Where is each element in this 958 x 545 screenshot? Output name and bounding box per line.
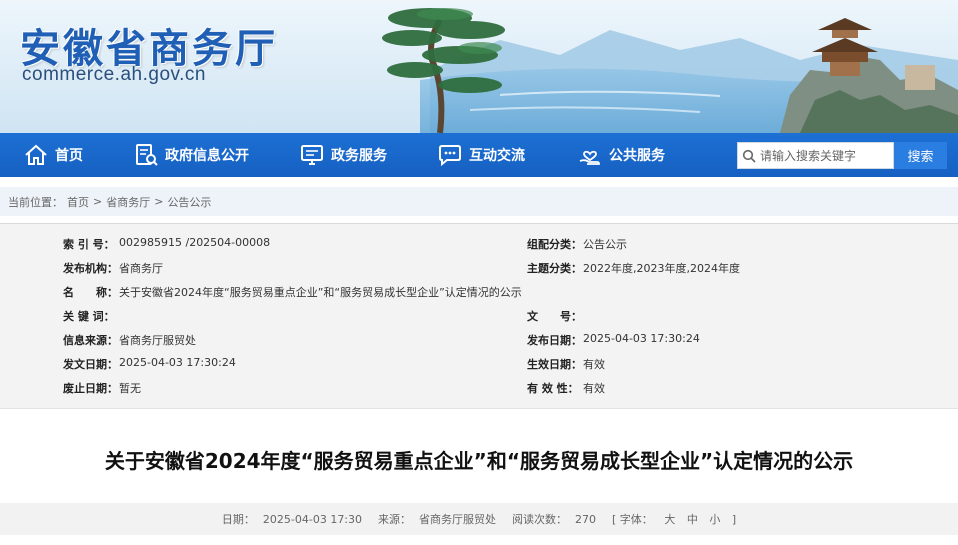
- font-size-label: [ 字体：: [612, 513, 653, 526]
- name-label: 名 称：: [63, 286, 118, 299]
- meta-row: 废止日期： 暂无 有 效 性： 有效: [0, 375, 958, 399]
- publisher-value: 省商务厅: [119, 262, 163, 275]
- category-value: 公告公示: [583, 238, 627, 251]
- font-size-small-button[interactable]: 小: [709, 513, 720, 526]
- nav-item-label: 政务服务: [331, 148, 387, 164]
- nav-item-label: 互动交流: [469, 148, 525, 164]
- topic-value: 2022年度,2023年度,2024年度: [583, 262, 740, 275]
- main-navbar: 首页 政府信息公开 政务服务 互动交流 公共服务 搜索: [0, 133, 958, 177]
- index-value: 002985915 /202504-00008: [119, 236, 271, 249]
- nav-item-home[interactable]: 首页: [23, 133, 83, 177]
- nav-item-label: 政府信息公开: [165, 148, 249, 164]
- article-info-bar: 日期： 2025-04-03 17:30 来源： 省商务厅服贸处 阅读次数： 270 …: [0, 503, 958, 535]
- category-label: 组配分类：: [527, 238, 582, 251]
- views-label: 阅读次数：: [512, 513, 568, 526]
- expiry-value: 暂无: [119, 382, 141, 395]
- article-title: 关于安徽省2024年度“服务贸易重点企业”和“服务贸易成长型企业”认定情况的公示: [104, 449, 854, 473]
- breadcrumb-item-department[interactable]: 省商务厅: [106, 194, 150, 210]
- home-icon: [23, 142, 49, 168]
- effective-label: 生效日期：: [527, 358, 582, 371]
- breadcrumb-item-announcements[interactable]: 公告公示: [167, 194, 211, 210]
- views-value: 270: [575, 513, 597, 526]
- nav-item-interaction[interactable]: 互动交流: [437, 133, 525, 177]
- effective-value: 有效: [583, 358, 605, 371]
- meta-row: 信息来源： 省商务厅服贸处 发布日期： 2025-04-03 17:30:24: [0, 327, 958, 351]
- source-label: 信息来源：: [63, 334, 118, 347]
- topic-label: 主题分类：: [527, 262, 582, 275]
- name-value: 关于安徽省2024年度“服务贸易重点企业”和“服务贸易成长型企业”认定情况的公示: [119, 286, 522, 299]
- document-metadata-table: 索 引 号： 002985915 /202504-00008 组配分类： 公告公…: [0, 223, 958, 409]
- keyword-label: 关 键 词：: [63, 310, 115, 323]
- breadcrumb-wrapper: 当前位置： 首页 > 省商务厅 > 公告公示: [0, 177, 958, 221]
- font-size-close: ]: [731, 513, 737, 526]
- pubdate-label: 发布日期：: [527, 334, 582, 347]
- index-label: 索 引 号：: [63, 238, 115, 251]
- pubdate-value: 2025-04-03 17:30:24: [583, 332, 700, 345]
- issuedate-value: 2025-04-03 17:30:24: [119, 356, 236, 369]
- font-size-large-button[interactable]: 大: [664, 513, 675, 526]
- validity-value: 有效: [583, 382, 605, 395]
- search-input[interactable]: [760, 144, 890, 167]
- search-icon: [738, 143, 760, 168]
- meta-row: 名 称： 关于安徽省2024年度“服务贸易重点企业”和“服务贸易成长型企业”认定…: [0, 279, 958, 303]
- breadcrumb-prefix: 当前位置：: [8, 195, 63, 209]
- meta-row: 关 键 词： 文 号：: [0, 303, 958, 327]
- nav-item-gov-service[interactable]: 政务服务: [299, 133, 387, 177]
- breadcrumb: 当前位置： 首页 > 省商务厅 > 公告公示: [0, 187, 958, 216]
- breadcrumb-item-home[interactable]: 首页: [67, 194, 89, 210]
- validity-label: 有 效 性：: [527, 382, 579, 395]
- nav-item-label: 公共服务: [609, 148, 665, 164]
- date-label: 日期：: [221, 513, 255, 526]
- search-box: [737, 142, 894, 169]
- source-label: 来源：: [378, 513, 412, 526]
- date-value: 2025-04-03 17:30: [262, 513, 363, 526]
- meta-row: 发文日期： 2025-04-03 17:30:24 生效日期： 有效: [0, 351, 958, 375]
- docno-label: 文 号：: [527, 310, 582, 323]
- site-domain: commerce.ah.gov.cn: [22, 64, 206, 85]
- document-search-icon: [133, 142, 159, 168]
- nav-item-public-service[interactable]: 公共服务: [577, 133, 665, 177]
- source-value: 省商务厅服贸处: [419, 513, 497, 526]
- meta-row: 索 引 号： 002985915 /202504-00008 组配分类： 公告公…: [0, 231, 958, 255]
- meta-row: 发布机构： 省商务厅 主题分类： 2022年度,2023年度,2024年度: [0, 255, 958, 279]
- nav-item-label: 首页: [55, 148, 83, 164]
- breadcrumb-separator: >: [154, 195, 164, 208]
- breadcrumb-separator: >: [93, 195, 103, 208]
- chat-bubble-icon: [437, 142, 463, 168]
- heart-hand-icon: [577, 142, 603, 168]
- expiry-label: 废止日期：: [63, 382, 118, 395]
- issuedate-label: 发文日期：: [63, 358, 118, 371]
- monitor-icon: [299, 142, 325, 168]
- nav-item-gov-info[interactable]: 政府信息公开: [133, 133, 249, 177]
- font-size-medium-button[interactable]: 中: [687, 513, 698, 526]
- header-banner: 安徽省商务厅 commerce.ah.gov.cn: [0, 0, 958, 133]
- publisher-label: 发布机构：: [63, 262, 118, 275]
- search-button[interactable]: 搜索: [894, 142, 947, 169]
- source-value: 省商务厅服贸处: [119, 334, 196, 347]
